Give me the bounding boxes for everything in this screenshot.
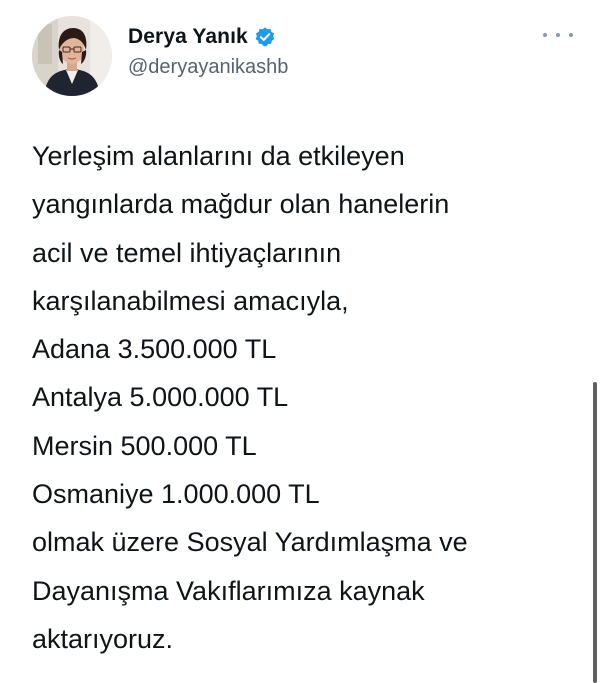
tweet-line: olmak üzere Sosyal Yardımlaşma ve: [32, 527, 468, 558]
tweet-text: Yerleşim alanlarını da etkileyen yangınl…: [32, 132, 572, 663]
tweet-line: Antalya 5.000.000 TL: [32, 382, 289, 413]
tweet-line: Yerleşim alanlarını da etkileyen: [32, 141, 405, 171]
tweet-card: Derya Yanık @deryayanikashb Yerleşim ala…: [0, 0, 600, 683]
author-name-row[interactable]: Derya Yanık: [128, 24, 276, 50]
verified-badge-icon: [254, 26, 276, 48]
more-dots-icon[interactable]: [543, 28, 573, 42]
tweet-line: acil ve temel ihtiyaçlarının: [32, 237, 342, 268]
author-handle[interactable]: @deryayanikashb: [128, 56, 288, 79]
profile-photo-icon: [32, 16, 112, 96]
dot: [569, 33, 573, 37]
dot: [556, 33, 560, 37]
tweet-line: aktarıyoruz.: [32, 623, 174, 654]
tweet-line: Mersin 500.000 TL: [32, 430, 257, 461]
scrollbar[interactable]: [593, 382, 597, 683]
tweet-line: Adana 3.500.000 TL: [32, 334, 277, 365]
tweet-line: yangınlarda mağdur olan hanelerin: [32, 189, 450, 220]
author-avatar[interactable]: [32, 16, 112, 96]
tweet-line: Osmaniye 1.000.000 TL: [32, 479, 320, 510]
dot: [543, 33, 547, 37]
tweet-line: Dayanışma Vakıflarımıza kaynak: [32, 575, 425, 606]
author-display-name[interactable]: Derya Yanık: [128, 25, 248, 49]
tweet-line: karşılanabilmesi amacıyla,: [32, 285, 349, 316]
